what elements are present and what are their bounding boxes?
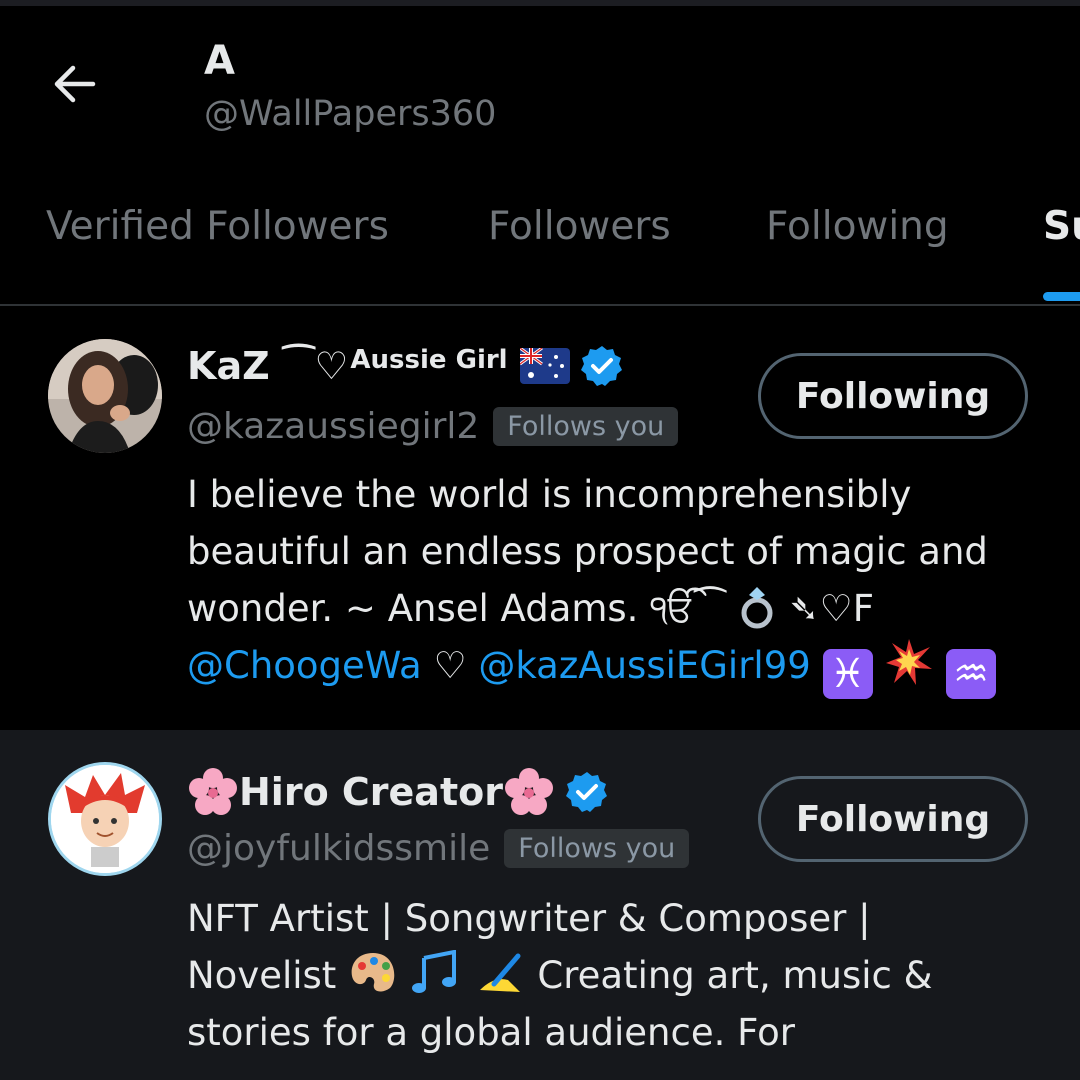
page-handle: @WallPapers360	[204, 94, 497, 134]
back-button[interactable]	[44, 54, 104, 114]
collision-icon	[884, 637, 934, 687]
user-bio: NFT Artist | Songwriter & Composer | Nov…	[187, 890, 1047, 1061]
verified-badge-icon	[580, 346, 622, 386]
bio-text: Creating art, music &	[537, 954, 933, 997]
user-handle-row: @joyfulkidssmile Follows you	[187, 828, 690, 869]
bio-line: I believe the world is incomprehensibly	[187, 473, 912, 516]
arrow-left-icon	[54, 65, 96, 103]
writing-hand-icon	[474, 950, 526, 996]
tab-followers[interactable]: Followers	[488, 204, 671, 249]
bio-text: ♡	[433, 644, 467, 687]
following-button[interactable]: Following	[758, 353, 1028, 439]
user-handle[interactable]: @kazaussiegirl2	[187, 406, 479, 447]
bio-line: beautiful an endless prospect of magic a…	[187, 530, 988, 573]
bio-line: stories for a global audience. For	[187, 1011, 795, 1054]
user-handle[interactable]: @joyfulkidssmile	[187, 828, 490, 869]
artist-palette-icon	[348, 950, 398, 996]
user-bio: I believe the world is incomprehensibly …	[187, 466, 1047, 699]
tab-verified-followers[interactable]: Verified Followers	[46, 204, 389, 249]
bio-line: Novelist Creating art, music &	[187, 947, 1047, 1004]
user-name-row: Hiro Creator	[187, 766, 609, 818]
user-name[interactable]: Hiro Creator	[239, 770, 503, 814]
user-name-suffix[interactable]: Aussie Girl	[350, 345, 507, 375]
avatar-image	[51, 765, 159, 873]
avatar-image	[48, 339, 162, 453]
musical-notes-icon	[410, 949, 462, 996]
user-handle-row: @kazaussiegirl2 Follows you	[187, 406, 679, 447]
bio-line: @ChoogeWa ♡ @kazAussiEGirl99 ♓ ♒	[187, 637, 1047, 699]
cherry-blossom-icon	[503, 766, 555, 818]
page-title: A	[204, 38, 235, 84]
profile-header: A @WallPapers360	[0, 6, 1080, 176]
tab-subscriptions[interactable]: Su	[1043, 204, 1080, 249]
tab-bar: Verified Followers Followers Following S…	[0, 176, 1080, 304]
bio-text: Novelist	[187, 954, 337, 997]
user-name[interactable]: KaZ ⁀♡	[187, 344, 348, 388]
user-cell[interactable]: Hiro Creator @joyfulkidssmile Follows yo…	[0, 730, 1080, 1080]
cherry-blossom-icon	[187, 766, 239, 818]
verified-badge-icon	[565, 772, 607, 812]
bio-line: wonder. ~ Ansel Adams. ੴ⁀ ➴♡F	[187, 580, 1047, 637]
active-tab-indicator	[1043, 292, 1080, 301]
ring-icon	[737, 585, 777, 629]
australia-flag-icon	[519, 348, 570, 384]
avatar[interactable]	[48, 339, 162, 453]
follows-you-badge: Follows you	[493, 407, 679, 446]
user-cell[interactable]: KaZ ⁀♡ Aussie Girl @kazaussiegirl2 Follo…	[0, 306, 1080, 728]
following-button[interactable]: Following	[758, 776, 1028, 862]
avatar[interactable]	[48, 762, 162, 876]
mention-link[interactable]: @ChoogeWa	[187, 644, 422, 687]
pisces-icon: ♓	[822, 649, 873, 699]
bio-text: wonder. ~ Ansel Adams. ੴ⁀	[187, 587, 725, 630]
mention-link[interactable]: @kazAussiEGirl99	[478, 644, 810, 687]
aquarius-icon: ♒	[946, 649, 997, 699]
bio-text: ➴♡F	[788, 587, 874, 630]
tab-following[interactable]: Following	[766, 204, 949, 249]
follows-you-badge: Follows you	[504, 829, 690, 868]
user-name-row: KaZ ⁀♡ Aussie Girl	[187, 344, 624, 388]
bio-line: NFT Artist | Songwriter & Composer |	[187, 897, 871, 940]
